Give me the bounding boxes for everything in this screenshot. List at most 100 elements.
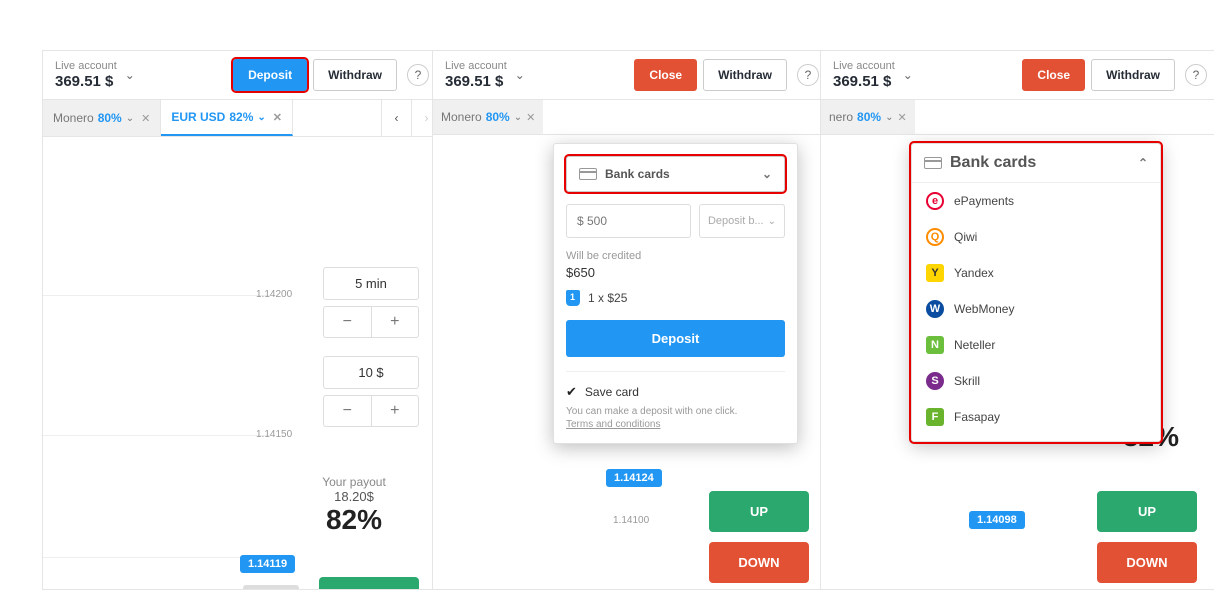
help-icon[interactable]: ? (407, 64, 429, 86)
account-label: Live account (833, 60, 895, 73)
bonus-info-row: 1 x $25 (566, 290, 785, 306)
bonus-label: Deposit b... (708, 215, 764, 227)
withdraw-button[interactable]: Withdraw (703, 59, 787, 91)
qiwi-icon: Q (926, 228, 944, 246)
deposit-bonus-dropdown[interactable]: Deposit b... ⌄ (699, 204, 785, 238)
tab-label: EUR USD (171, 110, 225, 124)
tab-monero[interactable]: Monero 80% ⌄ ✕ (43, 100, 161, 136)
trading-panel-1: Live account 369.51 $ ⌄ Deposit Withdraw… (42, 50, 442, 590)
topbar: Live account 369.51 $ ⌄ Close Withdraw ? (433, 51, 831, 100)
credited-label: Will be credited (566, 250, 785, 262)
close-icon[interactable]: ✕ (141, 112, 150, 125)
terms-link[interactable]: Terms and conditions (566, 419, 661, 430)
payment-method-dropdown[interactable]: Bank cards ⌄ (566, 156, 785, 192)
duration-value[interactable]: 5 min (323, 267, 419, 300)
chevron-down-icon[interactable]: ⌄ (903, 68, 913, 82)
chevron-down-icon[interactable]: ⌄ (515, 68, 525, 82)
payout-percent: 82% (289, 504, 419, 536)
close-icon[interactable]: ✕ (526, 111, 535, 124)
axis-label: 1.14100 (613, 515, 649, 526)
yandex-icon: Y (926, 264, 944, 282)
method-item-skrill[interactable]: S Skrill (912, 363, 1160, 399)
account-balance: 369.51 $ (55, 73, 117, 90)
tab-strip: nero 80% ⌄ ✕ (821, 100, 1214, 135)
payment-method-label: Bank cards (950, 154, 1036, 172)
price-chip-current: 1.14119 (240, 555, 295, 573)
duration-plus-button[interactable]: + (371, 306, 420, 338)
amount-minus-button[interactable]: − (323, 395, 371, 427)
payment-method-dropdown[interactable]: Bank cards ⌃ (912, 144, 1160, 183)
chevron-down-icon: ⌄ (885, 112, 893, 123)
chevron-down-icon: ⌄ (126, 113, 134, 124)
withdraw-button[interactable]: Withdraw (313, 59, 397, 91)
card-icon (924, 157, 942, 169)
method-item-webmoney[interactable]: W WebMoney (912, 291, 1160, 327)
account-label: Live account (55, 60, 117, 73)
tab-eurusd[interactable]: EUR USD 82% ⌄ ✕ (161, 100, 293, 136)
webmoney-icon: W (926, 300, 944, 318)
chevron-down-icon: ⌄ (768, 216, 776, 227)
help-icon[interactable]: ? (797, 64, 819, 86)
skrill-icon: S (926, 372, 944, 390)
neteller-icon: N (926, 336, 944, 354)
save-card-row[interactable]: ✔ Save card (566, 371, 785, 400)
tab-monero[interactable]: Monero 80% ⌄ ✕ (433, 100, 543, 134)
tab-strip: Monero 80% ⌄ ✕ (433, 100, 831, 135)
tab-monero[interactable]: nero 80% ⌄ ✕ (821, 100, 915, 134)
trade-controls: 5 min − + 10 $ − + (323, 267, 419, 427)
bonus-info: 1 x $25 (588, 291, 627, 305)
deposit-amount-input[interactable]: $ 500 (566, 204, 691, 238)
duration-minus-button[interactable]: − (323, 306, 371, 338)
help-icon[interactable]: ? (1185, 64, 1207, 86)
close-button[interactable]: Close (1022, 59, 1085, 91)
tab-strip: Monero 80% ⌄ ✕ EUR USD 82% ⌄ ✕ ‹ › (43, 100, 441, 137)
trade-buttons: UP DOWN (319, 577, 419, 590)
fasapay-icon: F (926, 408, 944, 426)
deposit-submit-button[interactable]: Deposit (566, 320, 785, 357)
method-item-epayments[interactable]: e ePayments (912, 183, 1160, 219)
tab-label: Monero (441, 110, 482, 124)
credited-value: $650 (566, 265, 785, 280)
close-icon[interactable]: ✕ (897, 111, 906, 124)
close-icon[interactable]: ✕ (273, 111, 282, 124)
check-icon: ✔ (566, 384, 577, 400)
up-button[interactable]: UP (1097, 491, 1197, 532)
up-button[interactable]: UP (709, 491, 809, 532)
method-label: ePayments (954, 194, 1014, 208)
duration-stepper: − + (323, 306, 419, 338)
tab-pct: 80% (857, 110, 881, 124)
amount-plus-button[interactable]: + (371, 395, 420, 427)
tab-pct: 80% (98, 111, 122, 125)
tab-prev-button[interactable]: ‹ (381, 100, 411, 136)
account-block[interactable]: Live account 369.51 $ (445, 60, 507, 90)
close-button[interactable]: Close (634, 59, 697, 91)
chevron-down-icon[interactable]: ⌄ (125, 68, 135, 82)
chart-area: 1.14200 1.14150 5 min − + 10 $ − + Your … (43, 137, 441, 590)
method-label: WebMoney (954, 302, 1014, 316)
method-item-yandex[interactable]: Y Yandex (912, 255, 1160, 291)
account-block[interactable]: Live account 369.51 $ (833, 60, 895, 90)
deposit-popup: Bank cards ⌄ $ 500 Deposit b... ⌄ Will b… (553, 143, 798, 444)
fineprint: You can make a deposit with one click. T… (566, 405, 785, 431)
deposit-button[interactable]: Deposit (233, 59, 307, 91)
down-button[interactable]: DOWN (1097, 542, 1197, 583)
method-item-neteller[interactable]: N Neteller (912, 327, 1160, 363)
method-label: Qiwi (954, 230, 977, 244)
method-item-fasapay[interactable]: F Fasapay (912, 399, 1160, 435)
account-block[interactable]: Live account 369.51 $ (55, 60, 117, 90)
up-button[interactable]: UP (319, 577, 419, 590)
account-balance: 369.51 $ (445, 73, 507, 90)
payout-block: Your payout 18.20$ 82% (289, 475, 419, 536)
chevron-down-icon: ⌄ (762, 167, 772, 181)
shield-icon (566, 290, 580, 306)
trade-buttons: UP DOWN (709, 491, 809, 590)
chevron-up-icon: ⌃ (1138, 156, 1148, 170)
tab-label: nero (829, 110, 853, 124)
trade-buttons: UP DOWN (1097, 491, 1197, 590)
withdraw-button[interactable]: Withdraw (1091, 59, 1175, 91)
down-button[interactable]: DOWN (709, 542, 809, 583)
tab-pct: 82% (229, 110, 253, 124)
fineprint-text: You can make a deposit with one click. (566, 406, 737, 417)
method-item-qiwi[interactable]: Q Qiwi (912, 219, 1160, 255)
amount-value[interactable]: 10 $ (323, 356, 419, 389)
